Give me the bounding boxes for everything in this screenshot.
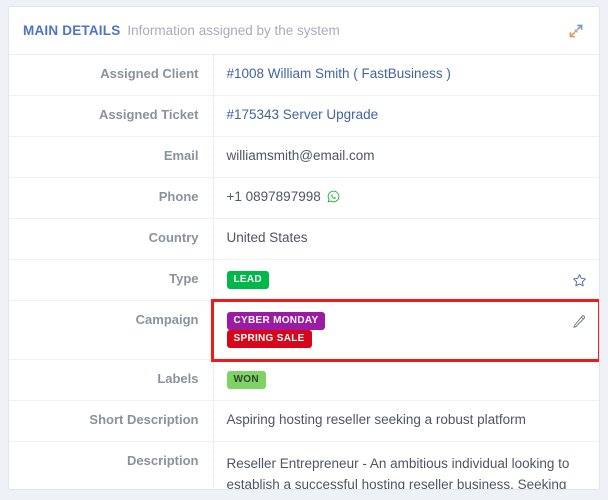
badge-row: CYBER MONDAY — [226, 312, 566, 330]
row-value: Aspiring hosting reseller seeking a robu… — [213, 401, 599, 442]
badge-row: WON — [226, 371, 588, 389]
page-background: MAIN DETAILS Information assigned by the… — [0, 0, 608, 500]
country-value: United States — [226, 230, 308, 245]
row-label: Type — [9, 259, 214, 301]
row-line: #175343 Server Upgrade — [227, 107, 588, 125]
row-value: #175343 Server Upgrade — [213, 96, 599, 137]
row-label: Email — [9, 136, 214, 178]
row-line: CYBER MONDAY SPRING SALE — [226, 312, 588, 348]
table-row: Type LEAD — [9, 259, 599, 301]
main-details-card: MAIN DETAILS Information assigned by the… — [8, 6, 600, 490]
pencil-edit-icon[interactable] — [571, 313, 587, 329]
table-row: Short Description Aspiring hosting resel… — [9, 400, 599, 442]
row-line: #1008 William Smith ( FastBusiness ) — [227, 66, 588, 84]
row-label: Assigned Client — [9, 55, 214, 96]
campaign-badge[interactable]: SPRING SALE — [226, 330, 312, 348]
assigned-ticket-link[interactable]: #175343 Server Upgrade — [227, 107, 379, 122]
campaign-badge[interactable]: CYBER MONDAY — [226, 312, 326, 330]
status-badge[interactable]: LEAD — [226, 271, 269, 289]
email-value: williamsmith@email.com — [226, 148, 375, 163]
expand-collapse-diagonal-icon[interactable] — [567, 22, 585, 40]
star-icon[interactable] — [571, 272, 587, 288]
assigned-client-link[interactable]: #1008 William Smith ( FastBusiness ) — [227, 66, 451, 81]
phone-line: +1 0897897998 — [227, 189, 340, 204]
row-value: +1 0897897998 — [213, 178, 599, 219]
type-badges: LEAD — [226, 271, 566, 289]
cell-body: Reseller Entrepreneur - An ambitious ind… — [226, 453, 588, 490]
table-row: Country United States — [9, 218, 599, 260]
table-row: Description Reseller Entrepreneur - An a… — [9, 441, 599, 490]
row-value: LEAD — [213, 260, 599, 301]
row-label: Description — [9, 441, 214, 489]
row-line: +1 0897897998 — [227, 189, 588, 207]
table-row: Email williamsmith@email.com — [9, 136, 599, 178]
page-title: MAIN DETAILS — [23, 23, 121, 38]
card-header: MAIN DETAILS Information assigned by the… — [9, 7, 599, 55]
cell-body: williamsmith@email.com — [227, 148, 588, 163]
row-value: #1008 William Smith ( FastBusiness ) — [213, 55, 599, 96]
table-row: Phone +1 0897897998 — [9, 177, 599, 219]
badge-row: SPRING SALE — [226, 330, 566, 348]
table-row: Assigned Client #1008 William Smith ( Fa… — [9, 55, 599, 96]
cell-body: +1 0897897998 — [227, 189, 588, 204]
row-line: williamsmith@email.com — [227, 148, 588, 166]
row-line: WON — [226, 371, 588, 389]
table-row: Campaign CYBER MONDAY SPRING SALE — [9, 298, 599, 362]
row-line: Aspiring hosting reseller seeking a robu… — [227, 412, 588, 430]
row-line: LEAD — [226, 271, 588, 289]
page-subtitle: Information assigned by the system — [127, 23, 340, 38]
cell-body: #1008 William Smith ( FastBusiness ) — [227, 66, 588, 81]
whatsapp-icon[interactable] — [327, 190, 340, 203]
cell-body: Aspiring hosting reseller seeking a robu… — [227, 412, 588, 427]
description-value: Reseller Entrepreneur - An ambitious ind… — [226, 456, 570, 490]
row-label: Labels — [9, 359, 214, 401]
row-label: Campaign — [9, 300, 214, 360]
cell-body: United States — [227, 230, 588, 245]
row-line: Reseller Entrepreneur - An ambitious ind… — [226, 453, 588, 490]
table-row: Labels WON — [9, 359, 599, 401]
row-value: United States — [213, 219, 599, 260]
campaign-badges: CYBER MONDAY SPRING SALE — [226, 312, 566, 348]
short-description-value: Aspiring hosting reseller seeking a robu… — [226, 412, 526, 427]
labels-badges: WON — [226, 371, 588, 389]
row-value: Reseller Entrepreneur - An ambitious ind… — [213, 442, 599, 490]
badge-row: LEAD — [226, 271, 566, 289]
row-label: Assigned Ticket — [9, 95, 214, 137]
row-value: WON — [213, 360, 599, 401]
phone-value: +1 0897897998 — [226, 189, 321, 204]
row-label: Country — [9, 218, 214, 260]
row-label: Phone — [9, 177, 214, 219]
row-label: Short Description — [9, 400, 214, 442]
details-table-body: Assigned Client #1008 William Smith ( Fa… — [9, 55, 599, 490]
details-table: Assigned Client #1008 William Smith ( Fa… — [9, 55, 599, 490]
table-row: Assigned Ticket #175343 Server Upgrade — [9, 95, 599, 137]
row-line: United States — [227, 230, 588, 248]
cell-body: #175343 Server Upgrade — [227, 107, 588, 122]
row-value: williamsmith@email.com — [213, 137, 599, 178]
label-badge[interactable]: WON — [226, 371, 266, 389]
campaign-value-cell-highlighted[interactable]: CYBER MONDAY SPRING SALE — [211, 298, 599, 362]
